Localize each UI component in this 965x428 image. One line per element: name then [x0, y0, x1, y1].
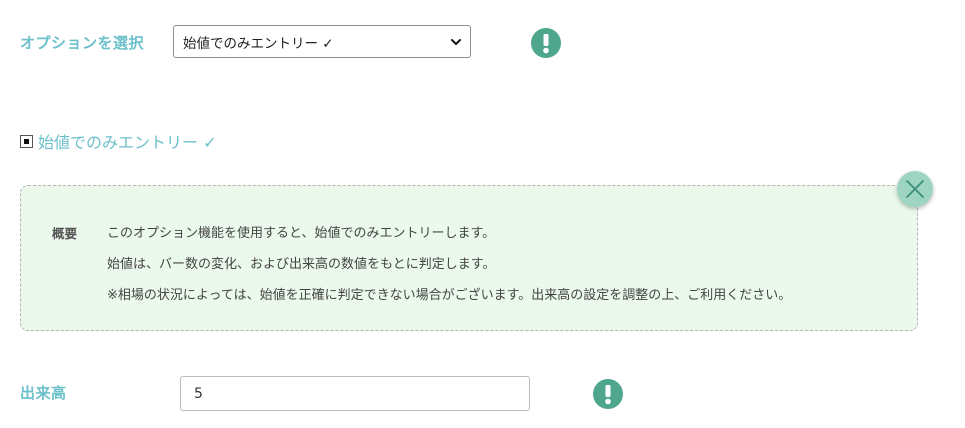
option-select-label: オプションを選択 [20, 34, 145, 52]
close-icon [906, 180, 924, 198]
entry-option-checkbox-row[interactable]: 始値でのみエントリー ✓ [20, 129, 217, 153]
chevron-down-icon [451, 38, 461, 45]
description-line: このオプション機能を使用すると、始値でのみエントリーします。 [107, 226, 496, 241]
description-note: ※相場の状況によっては、始値を正確に判定できない場合がございます。出来高の設定を… [107, 288, 792, 303]
exclamation-circle-icon[interactable] [593, 379, 623, 409]
option-description-panel: 概要 このオプション機能を使用すると、始値でのみエントリーします。 始値は、バー… [20, 185, 918, 331]
entry-option-checkbox[interactable] [20, 134, 33, 148]
option-select-dropdown[interactable]: 始値でのみエントリー ✓ [173, 25, 471, 58]
option-select-value: 始値でのみエントリー ✓ [183, 35, 334, 52]
entry-option-label: 始値でのみエントリー ✓ [38, 133, 217, 152]
volume-input[interactable] [180, 376, 530, 411]
description-line: 始値は、バー数の変化、および出来高の数値をもとに判定します。 [107, 257, 496, 272]
description-heading: 概要 [52, 226, 78, 241]
volume-label: 出来高 [20, 384, 67, 402]
option-settings-page: オプションを選択 始値でのみエントリー ✓ 始値でのみエントリー ✓ 概要 この… [0, 0, 965, 428]
close-panel-button[interactable] [897, 171, 933, 207]
exclamation-circle-icon[interactable] [531, 28, 561, 58]
